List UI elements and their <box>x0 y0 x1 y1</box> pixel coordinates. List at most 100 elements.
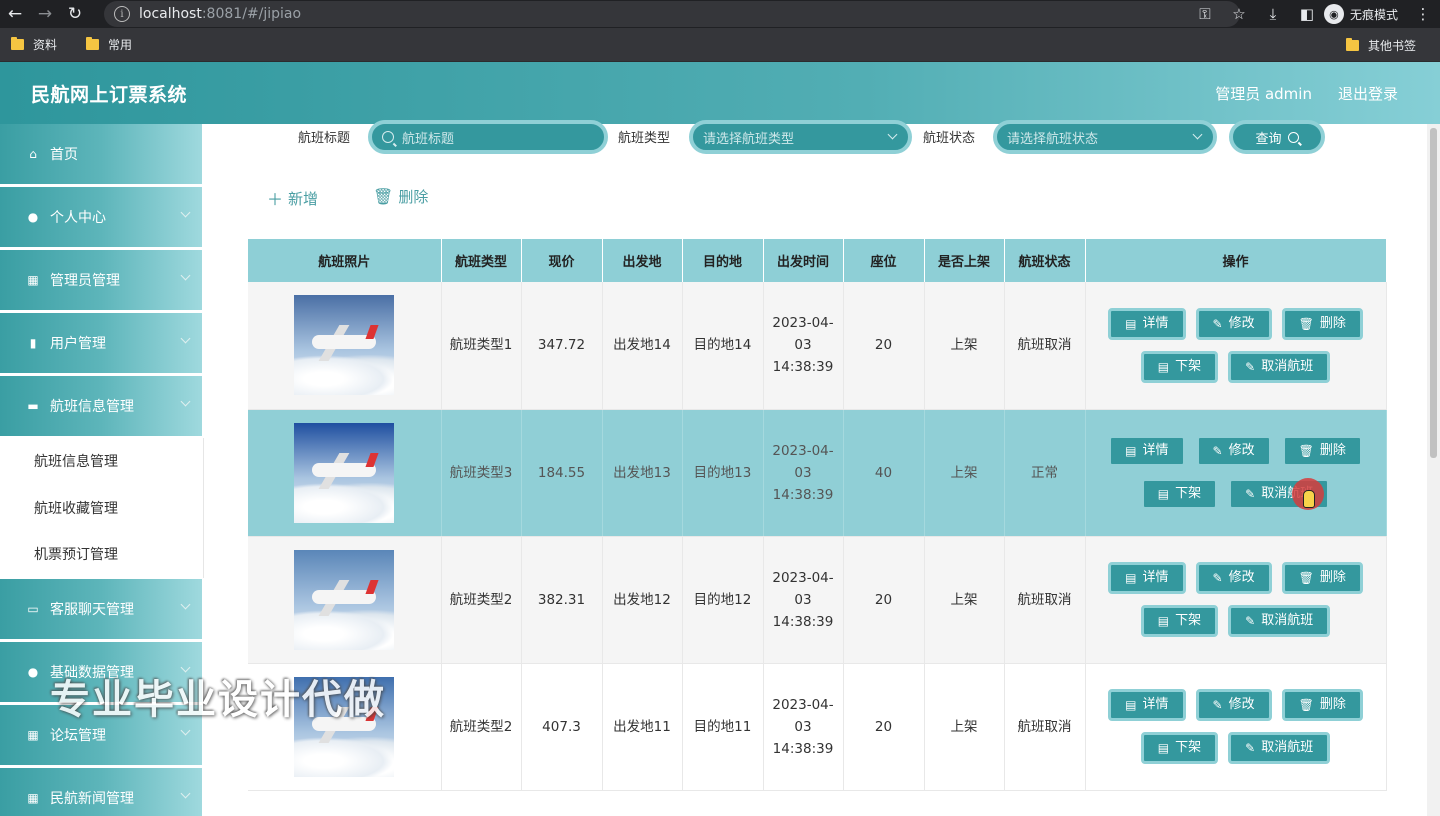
page-scrollbar[interactable] <box>1427 124 1440 816</box>
unlist-button[interactable]: ▤ 下架 <box>1140 478 1219 510</box>
download-icon[interactable]: ⤓ <box>1256 0 1290 28</box>
detail-button[interactable]: ▤ 详情 <box>1108 307 1186 340</box>
price-cell: 184.55 <box>521 409 603 537</box>
sidebar-item-label: 首页 <box>50 147 78 163</box>
sidebar-item-home[interactable]: ⌂ 首页 <box>0 124 202 184</box>
seats-cell: 20 <box>843 663 925 791</box>
status-cell: 航班取消 <box>1004 663 1086 791</box>
edit-button[interactable]: ✎ 修改 <box>1195 562 1272 594</box>
sidebar-item-news[interactable]: ▦ 民航新闻管理 <box>0 768 202 816</box>
edit-button[interactable]: ✎ 修改 <box>1195 435 1272 467</box>
title-placeholder: 航班标题 <box>402 131 455 147</box>
bookmark-label: 资料 <box>33 38 58 52</box>
folder-icon <box>1345 37 1359 51</box>
forward-icon[interactable]: → <box>30 0 60 28</box>
title-search-input[interactable]: 航班标题 <box>368 120 608 154</box>
chevron-down-icon <box>180 270 191 281</box>
scrollbar-thumb[interactable] <box>1430 128 1437 458</box>
origin-cell: 出发地11 <box>602 663 683 791</box>
type-select[interactable]: 请选择航班类型 <box>689 120 912 154</box>
table-row: 航班类型2 382.31 出发地12 目的地12 2023-04-03 14:38:39… <box>248 536 1387 664</box>
cancel-flight-button[interactable]: ✎ 取消航班 <box>1228 350 1331 383</box>
bulk-delete-button[interactable]: 🗑 删除 <box>373 186 428 207</box>
pencil-icon: ✎ <box>1245 487 1256 501</box>
status-select[interactable]: 请选择航班状态 <box>993 120 1217 154</box>
sidebar-item-label: 管理员管理 <box>50 273 120 289</box>
key-icon[interactable]: ⚿ <box>1188 0 1222 28</box>
grid-icon: ▦ <box>27 791 39 805</box>
url-path: :8081/#/jipiao <box>201 6 302 22</box>
status-cell: 航班取消 <box>1004 536 1086 664</box>
site-info-icon[interactable]: i <box>114 6 130 22</box>
pencil-icon: ✎ <box>1212 444 1223 458</box>
delete-button[interactable]: 🗑 删除 <box>1281 562 1363 594</box>
sidepanel-icon[interactable]: ◧ <box>1290 0 1324 28</box>
unlist-button[interactable]: ▤ 下架 <box>1140 350 1219 383</box>
add-button[interactable]: ＋ 新增 <box>267 186 318 210</box>
delete-button[interactable]: 🗑 删除 <box>1281 689 1363 721</box>
pencil-icon: ✎ <box>1245 359 1256 374</box>
origin-cell: 出发地14 <box>602 282 683 410</box>
sidebar-item-users[interactable]: ▮ 用户管理 <box>0 313 202 373</box>
trash-icon: 🗑 <box>1298 571 1314 585</box>
flight-photo-cell <box>248 536 442 664</box>
app-header: 民航网上订票系统 管理员 admin 退出登录 <box>0 62 1440 124</box>
sidebar-item-chat[interactable]: ▭ 客服聊天管理 <box>0 579 202 639</box>
type-placeholder: 请选择航班类型 <box>703 131 795 147</box>
chevron-down-icon <box>180 599 191 610</box>
listed-cell: 上架 <box>924 409 1005 537</box>
cancel-flight-button[interactable]: ✎ 取消航班 <box>1228 732 1331 764</box>
bookmark-folder-changyong[interactable]: 常用 <box>86 36 132 53</box>
unlist-button[interactable]: ▤ 下架 <box>1140 605 1219 637</box>
delete-label: 删除 <box>1319 315 1346 331</box>
sidebar-item-flights[interactable]: ▬ 航班信息管理 <box>0 376 202 436</box>
detail-button[interactable]: ▤ 详情 <box>1108 435 1186 467</box>
submenu-item-flight-info[interactable]: 航班信息管理 <box>0 438 203 485</box>
detail-label: 详情 <box>1142 315 1169 331</box>
submenu-item-ticket-booking[interactable]: 机票预订管理 <box>0 531 203 578</box>
bookmark-label: 其他书签 <box>1367 38 1416 53</box>
edit-button[interactable]: ✎ 修改 <box>1195 689 1272 721</box>
sidebar-item-admin[interactable]: ▦ 管理员管理 <box>0 250 202 310</box>
star-icon[interactable]: ☆ <box>1222 0 1256 28</box>
operations-cell: ▤ 详情 ✎ 修改 🗑 删除 ▤ 下架 ✎ 取消航班 <box>1085 663 1387 791</box>
unlist-button[interactable]: ▤ 下架 <box>1140 732 1219 764</box>
document-icon: ▤ <box>1157 359 1170 374</box>
detail-label: 详情 <box>1142 443 1169 458</box>
cloud-shape <box>294 609 395 650</box>
reload-icon[interactable]: ↻ <box>60 0 90 28</box>
flight-photo-cell <box>248 282 442 410</box>
cancel-flight-button[interactable]: ✎ 取消航班 <box>1228 605 1331 637</box>
sidebar-item-profile[interactable]: ● 个人中心 <box>0 187 202 247</box>
detail-button[interactable]: ▤ 详情 <box>1108 562 1186 594</box>
edit-button[interactable]: ✎ 修改 <box>1195 307 1272 340</box>
submenu-item-flight-favorites[interactable]: 航班收藏管理 <box>0 485 203 532</box>
pencil-icon: ✎ <box>1212 571 1223 585</box>
address-bar[interactable]: i localhost:8081/#/jipiao <box>104 1 1240 27</box>
bookmark-folder-ziliao[interactable]: 资料 <box>11 36 57 53</box>
operations-cell: ▤ 详情 ✎ 修改 🗑 删除 ▤ 下架 ✎ 取消航班 <box>1085 409 1387 537</box>
query-button[interactable]: 查询 <box>1229 120 1325 154</box>
cancel-label: 取消航班 <box>1261 740 1314 755</box>
delete-button[interactable]: 🗑 删除 <box>1281 307 1363 340</box>
incognito-icon: ◉ <box>1323 4 1344 24</box>
watermark-text: 专业毕业设计代做 <box>50 677 386 723</box>
more-menu-icon[interactable]: ⋮ <box>1406 0 1440 28</box>
pencil-icon: ✎ <box>1245 614 1256 628</box>
departure-time-cell: 2023-04-03 14:38:39 <box>763 663 844 791</box>
back-icon[interactable]: ← <box>0 0 30 28</box>
folder-icon <box>11 37 24 50</box>
document-icon: ▤ <box>1157 487 1170 501</box>
delete-button[interactable]: 🗑 删除 <box>1281 435 1363 467</box>
column-header: 现价 <box>521 239 603 282</box>
operations-cell: ▤ 详情 ✎ 修改 🗑 删除 ▤ 下架 ✎ 取消航班 <box>1085 536 1387 664</box>
delete-label: 删除 <box>398 188 429 206</box>
incognito-indicator[interactable]: ◉ 无痕模式 <box>1323 4 1398 24</box>
document-icon: ▤ <box>1125 698 1137 712</box>
origin-cell: 出发地12 <box>602 536 683 664</box>
departure-time-cell: 2023-04-03 14:38:39 <box>763 282 844 410</box>
bookmark-folder-other[interactable]: 其他书签 <box>1345 37 1416 54</box>
destination-cell: 目的地12 <box>682 536 764 664</box>
detail-button[interactable]: ▤ 详情 <box>1108 689 1186 721</box>
logout-link[interactable]: 退出登录 <box>1338 83 1398 104</box>
